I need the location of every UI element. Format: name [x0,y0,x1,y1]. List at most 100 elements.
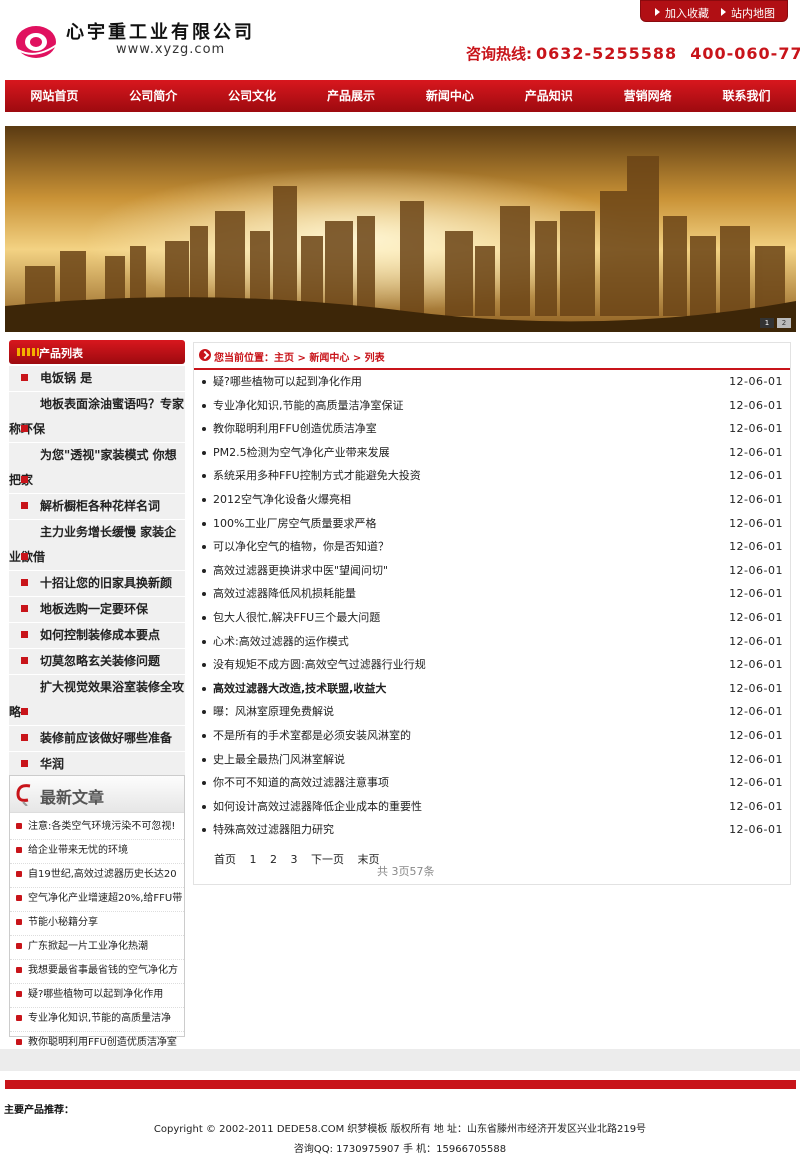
pager-page-1[interactable]: 1 [250,853,257,866]
bullet-icon [202,380,206,384]
news-row[interactable]: 没有规矩不成方圆:高效空气过滤器行业行规 12-06-01 [194,653,790,677]
news-date: 12-06-01 [729,610,783,624]
banner-dot-2[interactable]: 2 [777,318,791,328]
breadcrumb-text[interactable]: 您当前位置：主页 > 新闻中心 > 列表 [214,349,385,364]
pager-page-2[interactable]: 2 [270,853,277,866]
bullet-icon [16,919,22,925]
bullet-icon [202,757,206,762]
news-row[interactable]: 系统采用多种FFU控制方式才能避免大投资 12-06-01 [194,464,790,488]
news-title[interactable]: PM2.5检测为空气净化产业带来发展 [213,441,390,465]
product-item[interactable]: 装修前应该做好哪些准备 [9,726,185,752]
news-row[interactable]: 可以净化空气的植物，你是否知道？ 12-06-01 [194,535,790,559]
latest-article[interactable]: 给企业带来无忧的环境 [10,840,184,864]
news-title[interactable]: 系统采用多种FFU控制方式才能避免大投资 [213,464,421,488]
latest-article[interactable]: 广东掀起一片工业净化热潮 [10,936,184,960]
news-row[interactable]: 史上最全最热门风淋室解说 12-06-01 [194,748,790,772]
product-item[interactable]: 地板表面涂油蜜语吗？专家称环保 [9,392,185,443]
product-item[interactable]: 电饭锅 是 [9,366,185,392]
news-row[interactable]: 曝：风淋室原理免费解说 12-06-01 [194,700,790,724]
bullet-icon [202,781,206,786]
news-row[interactable]: 心术:高效过滤器的运作模式 12-06-01 [194,630,790,654]
latest-articles-header: 最新文章 [10,776,184,813]
bullet-icon [16,967,22,973]
news-title[interactable]: 可以净化空气的植物，你是否知道？ [213,535,389,559]
latest-article[interactable]: 空气净化产业增速超20%,给FFU带 [10,888,184,912]
banner-dot-1[interactable]: 1 [760,318,774,328]
bullet-icon [202,710,206,715]
latest-article[interactable]: 自19世纪,高效过滤器历史长达20 [10,864,184,888]
news-row[interactable]: 如何设计高效过滤器降低企业成本的重要性 12-06-01 [194,795,790,819]
news-title[interactable]: 如何设计高效过滤器降低企业成本的重要性 [213,795,422,819]
nav-culture[interactable]: 公司文化 [203,80,302,112]
news-row[interactable]: 高效过滤器大改造,技术联盟,收益大 12-06-01 [194,677,790,701]
bullet-icon [202,828,206,833]
sitemap-link[interactable]: 站内地图 [721,5,775,21]
nav-contact[interactable]: 联系我们 [697,80,796,112]
product-item[interactable]: 主力业务增长缓慢 家装企业欲借 [9,520,185,571]
news-row[interactable]: 专业净化知识,节能的高质量洁净室保证 12-06-01 [194,394,790,418]
news-title[interactable]: 包大人很忙,解决FFU三个最大问题 [213,606,380,630]
add-favorite-link[interactable]: 加入收藏 [655,5,709,21]
news-title[interactable]: 高效过滤器降低风机损耗能量 [213,582,356,606]
news-title[interactable]: 专业净化知识,节能的高质量洁净室保证 [213,394,404,418]
bullet-icon [202,568,206,573]
news-row[interactable]: 特殊高效过滤器阻力研究 12-06-01 [194,818,790,842]
news-row[interactable]: 你不可不知道的高效过滤器注意事项 12-06-01 [194,771,790,795]
news-title[interactable]: 教你聪明利用FFU创造优质洁净室 [213,417,377,441]
nav-home[interactable]: 网站首页 [5,80,104,112]
news-row[interactable]: 疑?哪些植物可以起到净化作用 12-06-01 [194,370,790,394]
bullet-icon [16,823,22,829]
product-item[interactable]: 解析橱柜各种花样名词 [9,494,185,520]
news-row[interactable]: 包大人很忙,解决FFU三个最大问题 12-06-01 [194,606,790,630]
bullet-icon [202,592,206,597]
product-list: 电饭锅 是 地板表面涂油蜜语吗？专家称环保 为您"透视"家装模式 你想把家 解析… [9,366,185,778]
news-title[interactable]: 高效过滤器大改造,技术联盟,收益大 [213,677,386,701]
nav-news[interactable]: 新闻中心 [401,80,500,112]
pager-page-3[interactable]: 3 [291,853,298,866]
product-item[interactable]: 十招让您的旧家具换新颜 [9,571,185,597]
news-title[interactable]: 心术:高效过滤器的运作模式 [213,630,349,654]
news-row[interactable]: 高效过滤器更换讲求中医"望闻问切" 12-06-01 [194,559,790,583]
news-date: 12-06-01 [729,658,783,672]
news-title[interactable]: 史上最全最热门风淋室解说 [213,748,345,772]
news-row[interactable]: 100%工业厂房空气质量要求严格 12-06-01 [194,512,790,536]
product-item[interactable]: 切莫忽略玄关装修问题 [9,649,185,675]
product-item[interactable]: 扩大视觉效果浴室装修全攻略 [9,675,185,726]
latest-article[interactable]: 节能小秘籍分享 [10,912,184,936]
product-item[interactable]: 为您"透视"家装模式 你想把家 [9,443,185,494]
latest-article[interactable]: 专业净化知识,节能的高质量洁净 [10,1008,184,1032]
nav-products[interactable]: 产品展示 [302,80,401,112]
product-item[interactable]: 地板选购一定要环保 [9,597,185,623]
news-title[interactable]: 你不可不知道的高效过滤器注意事项 [213,771,389,795]
news-row[interactable]: 教你聪明利用FFU创造优质洁净室 12-06-01 [194,417,790,441]
news-title[interactable]: 高效过滤器更换讲求中医"望闻问切" [213,559,388,583]
news-title[interactable]: 100%工业厂房空气质量要求严格 [213,512,376,536]
news-row[interactable]: 不是所有的手术室都是必须安装风淋室的 12-06-01 [194,724,790,748]
banner-image [5,126,796,332]
nav-about[interactable]: 公司简介 [104,80,203,112]
breadcrumb: 您当前位置：主页 > 新闻中心 > 列表 [194,343,790,370]
triangle-icon [655,8,660,16]
latest-article[interactable]: 注意:各类空气环境污染不可忽视! [10,816,184,840]
news-title[interactable]: 没有规矩不成方圆:高效空气过滤器行业行规 [213,653,426,677]
pager-next[interactable]: 下一页 [311,853,344,866]
news-title[interactable]: 疑?哪些植物可以起到净化作用 [213,370,362,394]
latest-article[interactable]: 疑?哪些植物可以起到净化作用 [10,984,184,1008]
news-title[interactable]: 2012空气净化设备火爆亮相 [213,488,351,512]
swirl-icon [16,784,31,806]
news-row[interactable]: PM2.5检测为空气净化产业带来发展 12-06-01 [194,441,790,465]
latest-article[interactable]: 我想要最省事最省钱的空气净化方 [10,960,184,984]
bullet-icon [21,708,28,715]
news-date: 12-06-01 [729,776,783,790]
news-row[interactable]: 2012空气净化设备火爆亮相 12-06-01 [194,488,790,512]
news-row[interactable]: 高效过滤器降低风机损耗能量 12-06-01 [194,582,790,606]
header: 心宇重工业有限公司 www.xyzg.com 加入收藏 站内地图 咨询热线: 06… [0,0,800,80]
bullet-icon [21,476,28,483]
nav-network[interactable]: 营销网络 [598,80,697,112]
news-title[interactable]: 不是所有的手术室都是必须安装风淋室的 [213,724,411,748]
nav-knowledge[interactable]: 产品知识 [499,80,598,112]
news-title[interactable]: 曝：风淋室原理免费解说 [213,700,334,724]
news-title[interactable]: 特殊高效过滤器阻力研究 [213,818,334,842]
pager-first[interactable]: 首页 [214,853,236,866]
product-item[interactable]: 如何控制装修成本要点 [9,623,185,649]
